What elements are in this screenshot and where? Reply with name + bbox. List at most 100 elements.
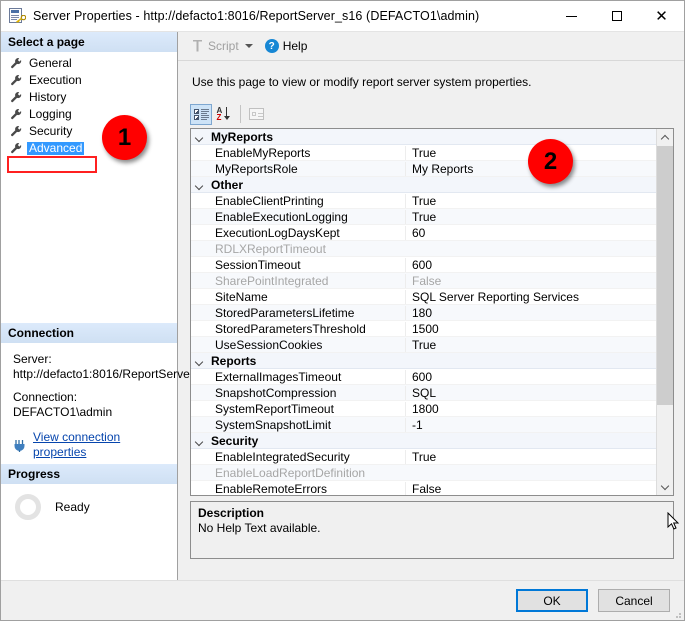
select-page-header: Select a page xyxy=(1,32,177,53)
window-controls: ✕ xyxy=(549,1,684,31)
maximize-button[interactable] xyxy=(594,1,639,31)
table-row[interactable]: ExecutionLogDaysKept 60 xyxy=(191,225,656,241)
table-row[interactable]: UseSessionCookies True xyxy=(191,337,656,353)
chevron-down-icon[interactable] xyxy=(191,135,208,139)
table-row[interactable]: SystemReportTimeout 1800 xyxy=(191,401,656,417)
server-properties-window: Server Properties - http://defacto1:8016… xyxy=(0,0,685,621)
chevron-down-icon[interactable] xyxy=(191,439,208,443)
property-pages-icon xyxy=(248,108,264,120)
table-row[interactable]: RDLXReportTimeout xyxy=(191,241,656,257)
right-pane: Script ? Help Use this page to view or m… xyxy=(178,32,684,580)
property-category-row[interactable]: Other xyxy=(191,177,656,193)
property-value[interactable]: 1500 xyxy=(405,321,656,336)
property-value[interactable]: -1 xyxy=(405,417,656,432)
sidebar-item-execution[interactable]: Execution xyxy=(1,72,177,89)
cancel-button[interactable]: Cancel xyxy=(598,589,670,612)
property-value[interactable]: True xyxy=(405,337,656,352)
script-toolbar: Script ? Help xyxy=(178,32,684,61)
scroll-down-button[interactable] xyxy=(657,478,673,495)
connection-header: Connection xyxy=(1,323,177,344)
property-value[interactable]: True xyxy=(405,209,656,224)
property-value[interactable]: 1800 xyxy=(405,401,656,416)
dialog-body: Select a page General Execution History … xyxy=(1,32,684,580)
advanced-page-content: Use this page to view or modify report s… xyxy=(178,61,684,580)
minimize-icon xyxy=(566,15,577,17)
table-row[interactable]: SessionTimeout 600 xyxy=(191,257,656,273)
scroll-up-button[interactable] xyxy=(657,129,673,146)
property-name: EnableIntegratedSecurity xyxy=(215,449,350,464)
title-bar: Server Properties - http://defacto1:8016… xyxy=(1,1,684,32)
table-row[interactable]: StoredParametersThreshold 1500 xyxy=(191,321,656,337)
property-value[interactable]: True xyxy=(405,449,656,464)
help-button[interactable]: ? Help xyxy=(260,35,313,57)
resize-grip[interactable] xyxy=(671,608,681,618)
property-value[interactable]: SQL xyxy=(405,385,656,400)
server-label: Server: xyxy=(13,352,52,366)
page-intro-text: Use this page to view or modify report s… xyxy=(192,75,532,89)
sidebar-item-label: Execution xyxy=(29,73,82,87)
property-value[interactable]: True xyxy=(405,193,656,208)
sidebar-item-history[interactable]: History xyxy=(1,89,177,106)
minimize-button[interactable] xyxy=(549,1,594,31)
table-row[interactable]: EnableIntegratedSecurity True xyxy=(191,449,656,465)
property-category-row[interactable]: Security xyxy=(191,433,656,449)
window-title: Server Properties - http://defacto1:8016… xyxy=(33,9,480,23)
wrench-icon xyxy=(10,108,23,121)
sort-az-icon: AZ xyxy=(217,106,232,122)
view-connection-properties-link[interactable]: View connection properties xyxy=(33,430,167,460)
table-row[interactable]: EnableExecutionLogging True xyxy=(191,209,656,225)
annotation-badge-1: 1 xyxy=(102,115,147,160)
property-grid-rows: MyReports EnableMyReports True MyReports… xyxy=(191,129,656,495)
sidebar-item-logging[interactable]: Logging xyxy=(1,106,177,123)
sidebar-item-advanced[interactable]: Advanced xyxy=(1,140,177,157)
property-value[interactable]: False xyxy=(405,481,656,495)
chevron-down-icon[interactable] xyxy=(191,183,208,187)
connection-label: Connection: xyxy=(13,390,78,404)
scrollbar-thumb[interactable] xyxy=(657,146,673,405)
script-button[interactable]: Script xyxy=(186,35,258,57)
table-row[interactable]: SharePointIntegrated False xyxy=(191,273,656,289)
property-grid-scrollbar[interactable] xyxy=(656,129,673,495)
sidebar-item-general[interactable]: General xyxy=(1,55,177,72)
property-value[interactable]: 60 xyxy=(405,225,656,240)
table-row[interactable]: SiteName SQL Server Reporting Services xyxy=(191,289,656,305)
script-icon xyxy=(191,39,204,53)
table-row[interactable]: SnapshotCompression SQL xyxy=(191,385,656,401)
property-category-row[interactable]: Reports xyxy=(191,353,656,369)
table-row[interactable]: EnableRemoteErrors False xyxy=(191,481,656,495)
property-pages-button[interactable] xyxy=(245,104,267,125)
table-row[interactable]: MyReportsRole My Reports xyxy=(191,161,656,177)
close-button[interactable]: ✕ xyxy=(639,1,684,31)
chevron-down-icon[interactable] xyxy=(191,359,208,363)
category-name: Security xyxy=(211,433,259,448)
chevron-down-icon[interactable] xyxy=(244,44,253,48)
table-row[interactable]: ExternalImagesTimeout 600 xyxy=(191,369,656,385)
scrollbar-track[interactable] xyxy=(657,146,673,478)
property-name: EnableClientPrinting xyxy=(215,193,324,208)
alphabetical-sort-button[interactable]: AZ xyxy=(213,104,235,125)
table-row[interactable]: EnableMyReports True xyxy=(191,145,656,161)
property-value[interactable]: 600 xyxy=(405,369,656,384)
description-panel: Description No Help Text available. xyxy=(190,501,674,559)
key-icon xyxy=(16,15,26,23)
progress-spinner-icon xyxy=(15,494,41,520)
property-category-row[interactable]: MyReports xyxy=(191,129,656,145)
view-connection-properties-row[interactable]: View connection properties xyxy=(13,430,167,460)
table-row[interactable]: StoredParametersLifetime 180 xyxy=(191,305,656,321)
table-row[interactable]: SystemSnapshotLimit -1 xyxy=(191,417,656,433)
table-row[interactable]: EnableClientPrinting True xyxy=(191,193,656,209)
property-value[interactable]: 180 xyxy=(405,305,656,320)
property-grid[interactable]: MyReports EnableMyReports True MyReports… xyxy=(190,128,674,496)
ok-button[interactable]: OK xyxy=(516,589,588,612)
table-row[interactable]: EnableLoadReportDefinition xyxy=(191,465,656,481)
property-value[interactable]: 600 xyxy=(405,257,656,272)
wrench-icon xyxy=(10,91,23,104)
help-icon: ? xyxy=(264,39,279,53)
property-value[interactable]: SQL Server Reporting Services xyxy=(405,289,656,304)
property-name: SystemReportTimeout xyxy=(215,401,334,416)
property-name: ExternalImagesTimeout xyxy=(215,369,342,384)
categorized-button[interactable] xyxy=(190,103,212,125)
sidebar-item-security[interactable]: Security xyxy=(1,123,177,140)
sidebar-item-label: General xyxy=(29,56,72,70)
sidebar-item-label: Advanced xyxy=(27,141,85,155)
